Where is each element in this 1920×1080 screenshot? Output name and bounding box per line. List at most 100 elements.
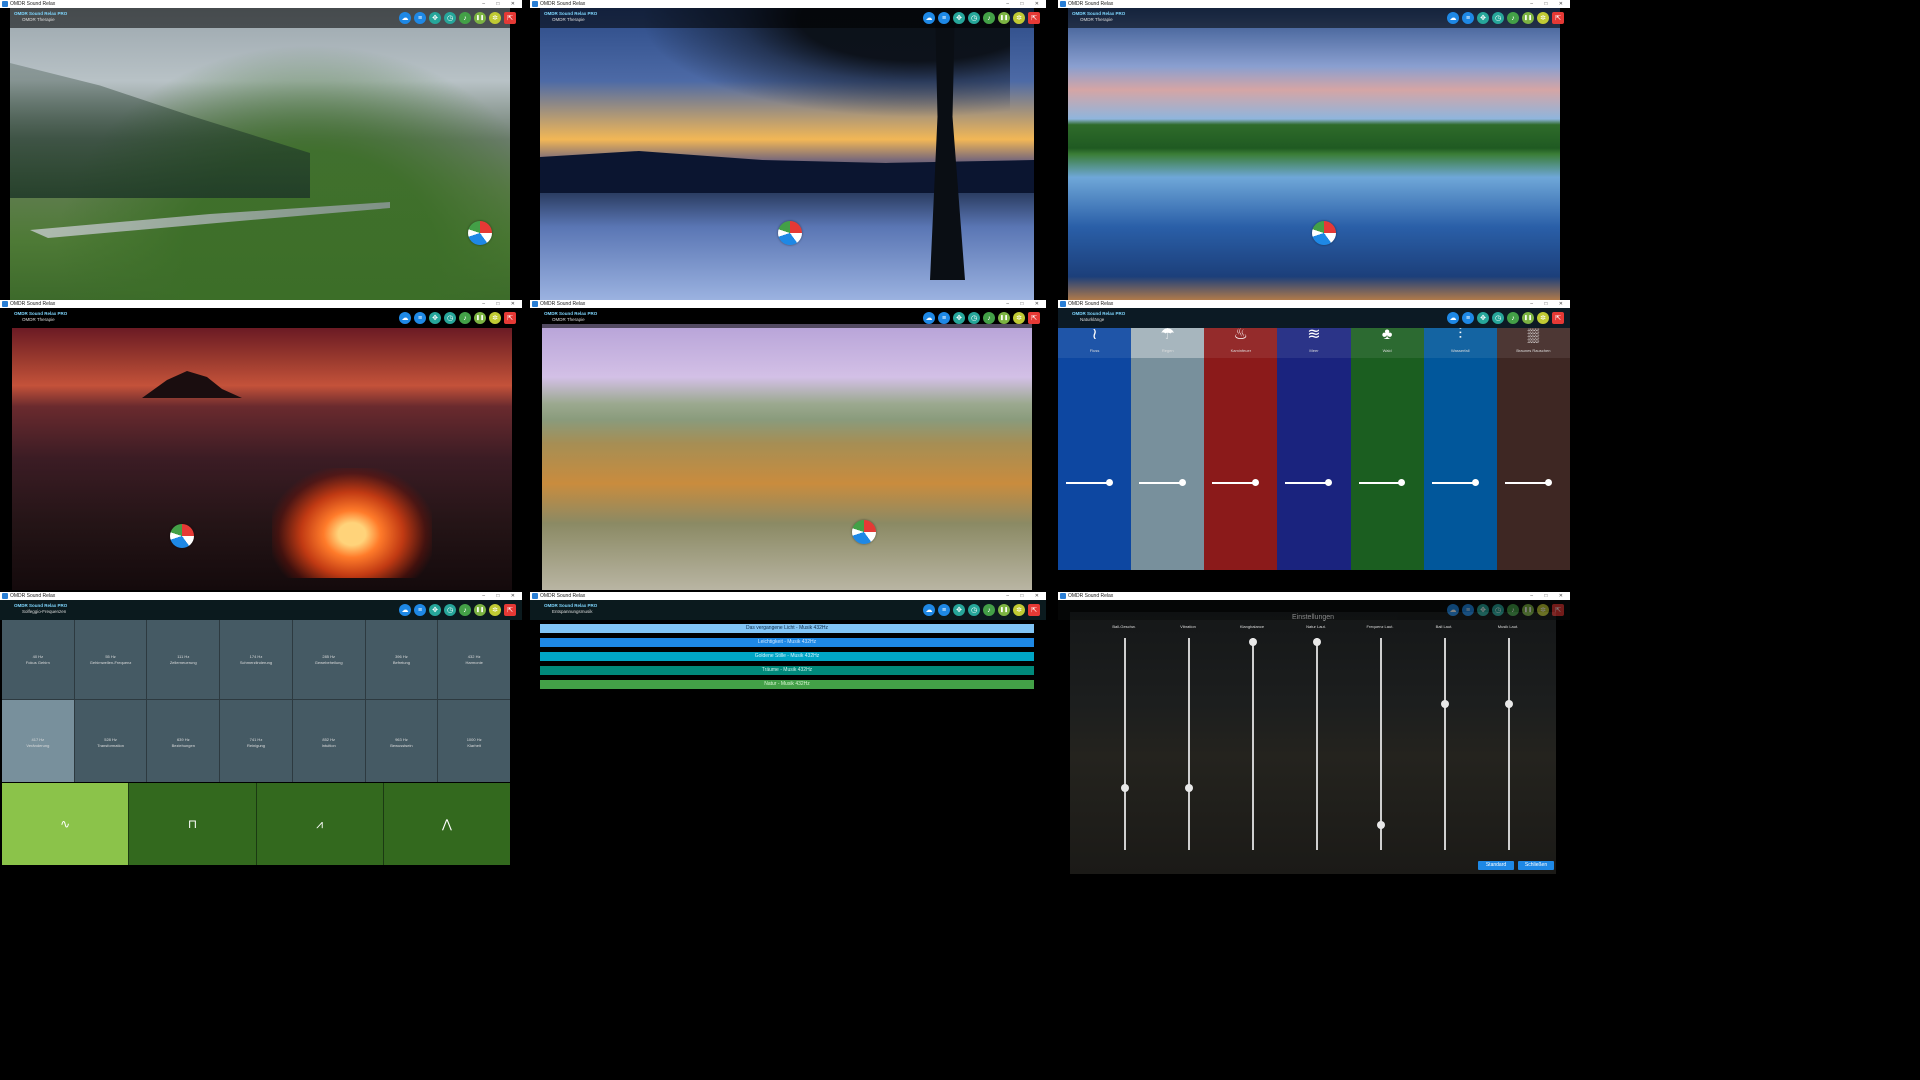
setting-slider[interactable]: [1121, 638, 1129, 850]
frequency-cell[interactable]: 174 Hz Schmerzlinderung: [220, 616, 292, 699]
waveform-button[interactable]: ⋀: [383, 783, 510, 865]
waveform-button[interactable]: ⩘: [256, 783, 383, 865]
music-icon[interactable]: ♪: [459, 604, 471, 616]
therapy-ball[interactable]: [778, 221, 802, 245]
setting-slider[interactable]: [1313, 638, 1321, 850]
cloud-icon[interactable]: ☁: [1447, 312, 1459, 324]
timer-icon[interactable]: ◷: [968, 312, 980, 324]
slider-knob[interactable]: [1185, 784, 1193, 792]
nature-channel[interactable]: ♣ Wald: [1350, 322, 1424, 570]
move-icon[interactable]: ✥: [953, 312, 965, 324]
pause-icon[interactable]: ❚❚: [1522, 604, 1534, 616]
move-icon[interactable]: ✥: [429, 604, 441, 616]
frequency-cell[interactable]: 111 Hz Zellerneuerung: [147, 616, 220, 699]
music-icon[interactable]: ♪: [459, 312, 471, 324]
settings-icon[interactable]: ✲: [489, 12, 501, 24]
pause-icon[interactable]: ❚❚: [474, 12, 486, 24]
window-controls[interactable]: – □ ✕: [1530, 300, 1568, 308]
frequency-cell[interactable]: 639 Hz Beziehungen: [147, 699, 220, 782]
slider-knob[interactable]: [1121, 784, 1129, 792]
pause-icon[interactable]: ❚❚: [998, 312, 1010, 324]
slider-knob[interactable]: [1398, 479, 1406, 486]
cloud-icon[interactable]: ☁: [399, 12, 411, 24]
channel-volume-slider[interactable]: [1504, 479, 1552, 486]
exit-icon[interactable]: ⇱: [1028, 12, 1040, 24]
menu-icon[interactable]: ≡: [1462, 12, 1474, 24]
slider-knob[interactable]: [1544, 479, 1552, 486]
timer-icon[interactable]: ◷: [968, 604, 980, 616]
track-button[interactable]: Natur - Musik 432Hz: [540, 680, 1034, 689]
exit-icon[interactable]: ⇱: [1552, 604, 1564, 616]
pause-icon[interactable]: ❚❚: [998, 12, 1010, 24]
menu-icon[interactable]: ≡: [414, 604, 426, 616]
cloud-icon[interactable]: ☁: [923, 604, 935, 616]
menu-icon[interactable]: ≡: [938, 12, 950, 24]
channel-volume-slider[interactable]: [1066, 479, 1113, 486]
settings-icon[interactable]: ✲: [1013, 312, 1025, 324]
timer-icon[interactable]: ◷: [444, 312, 456, 324]
track-button[interactable]: Träume - Musik 432Hz: [540, 666, 1034, 675]
channel-volume-slider[interactable]: [1431, 479, 1479, 486]
channel-volume-slider[interactable]: [1358, 479, 1406, 486]
close-button[interactable]: Schließen: [1518, 861, 1554, 870]
timer-icon[interactable]: ◷: [1492, 312, 1504, 324]
standard-button[interactable]: Standard: [1478, 861, 1514, 870]
track-button[interactable]: Leichtigkeit - Musik 432Hz: [540, 638, 1034, 647]
move-icon[interactable]: ✥: [429, 312, 441, 324]
menu-icon[interactable]: ≡: [938, 312, 950, 324]
nature-channel[interactable]: ▒ Braunes Rauschen: [1496, 322, 1570, 570]
move-icon[interactable]: ✥: [1477, 12, 1489, 24]
setting-slider[interactable]: [1249, 638, 1257, 850]
waveform-button[interactable]: ⊓: [129, 783, 256, 865]
setting-slider[interactable]: [1377, 638, 1385, 850]
exit-icon[interactable]: ⇱: [1028, 604, 1040, 616]
window-controls[interactable]: – □ ✕: [1006, 0, 1044, 8]
therapy-ball[interactable]: [1312, 221, 1336, 245]
track-button[interactable]: Das vergangene Licht - Musik 432Hz: [540, 624, 1034, 633]
slider-knob[interactable]: [1471, 479, 1479, 486]
music-icon[interactable]: ♪: [983, 312, 995, 324]
window-controls[interactable]: – □ ✕: [1006, 300, 1044, 308]
move-icon[interactable]: ✥: [953, 12, 965, 24]
track-button[interactable]: Goldene Stille - Musik 432Hz: [540, 652, 1034, 661]
window-controls[interactable]: – □ ✕: [1530, 592, 1568, 600]
channel-volume-slider[interactable]: [1139, 479, 1187, 486]
therapy-ball[interactable]: [852, 520, 876, 544]
move-icon[interactable]: ✥: [953, 604, 965, 616]
cloud-icon[interactable]: ☁: [1447, 12, 1459, 24]
timer-icon[interactable]: ◷: [1492, 604, 1504, 616]
exit-icon[interactable]: ⇱: [1552, 312, 1564, 324]
pause-icon[interactable]: ❚❚: [474, 312, 486, 324]
window-controls[interactable]: – □ ✕: [1006, 592, 1044, 600]
music-icon[interactable]: ♪: [1507, 604, 1519, 616]
timer-icon[interactable]: ◷: [444, 604, 456, 616]
timer-icon[interactable]: ◷: [968, 12, 980, 24]
exit-icon[interactable]: ⇱: [1552, 12, 1564, 24]
music-icon[interactable]: ♪: [983, 12, 995, 24]
pause-icon[interactable]: ❚❚: [474, 604, 486, 616]
exit-icon[interactable]: ⇱: [504, 12, 516, 24]
frequency-cell[interactable]: 963 Hz Bewusstsein: [365, 699, 438, 782]
slider-knob[interactable]: [1505, 700, 1513, 708]
nature-channel[interactable]: ☂ Regen: [1131, 322, 1205, 570]
menu-icon[interactable]: ≡: [414, 12, 426, 24]
frequency-cell[interactable]: 55 Hz Gehirnwellen-Frequenz: [74, 616, 147, 699]
timer-icon[interactable]: ◷: [1492, 12, 1504, 24]
slider-knob[interactable]: [1252, 479, 1260, 486]
slider-knob[interactable]: [1313, 638, 1321, 646]
pause-icon[interactable]: ❚❚: [998, 604, 1010, 616]
move-icon[interactable]: ✥: [1477, 312, 1489, 324]
setting-slider[interactable]: [1441, 638, 1449, 850]
channel-volume-slider[interactable]: [1285, 479, 1333, 486]
frequency-cell[interactable]: 741 Hz Reinigung: [220, 699, 292, 782]
window-controls[interactable]: – □ ✕: [1530, 0, 1568, 8]
frequency-cell[interactable]: 40 Hz Fokus Gehirn: [2, 616, 74, 699]
menu-icon[interactable]: ≡: [1462, 312, 1474, 324]
slider-knob[interactable]: [1441, 700, 1449, 708]
frequency-cell[interactable]: 1000 Hz Klarheit: [438, 699, 510, 782]
move-icon[interactable]: ✥: [1477, 604, 1489, 616]
settings-icon[interactable]: ✲: [1013, 604, 1025, 616]
exit-icon[interactable]: ⇱: [504, 312, 516, 324]
slider-knob[interactable]: [1377, 821, 1385, 829]
settings-icon[interactable]: ✲: [1013, 12, 1025, 24]
